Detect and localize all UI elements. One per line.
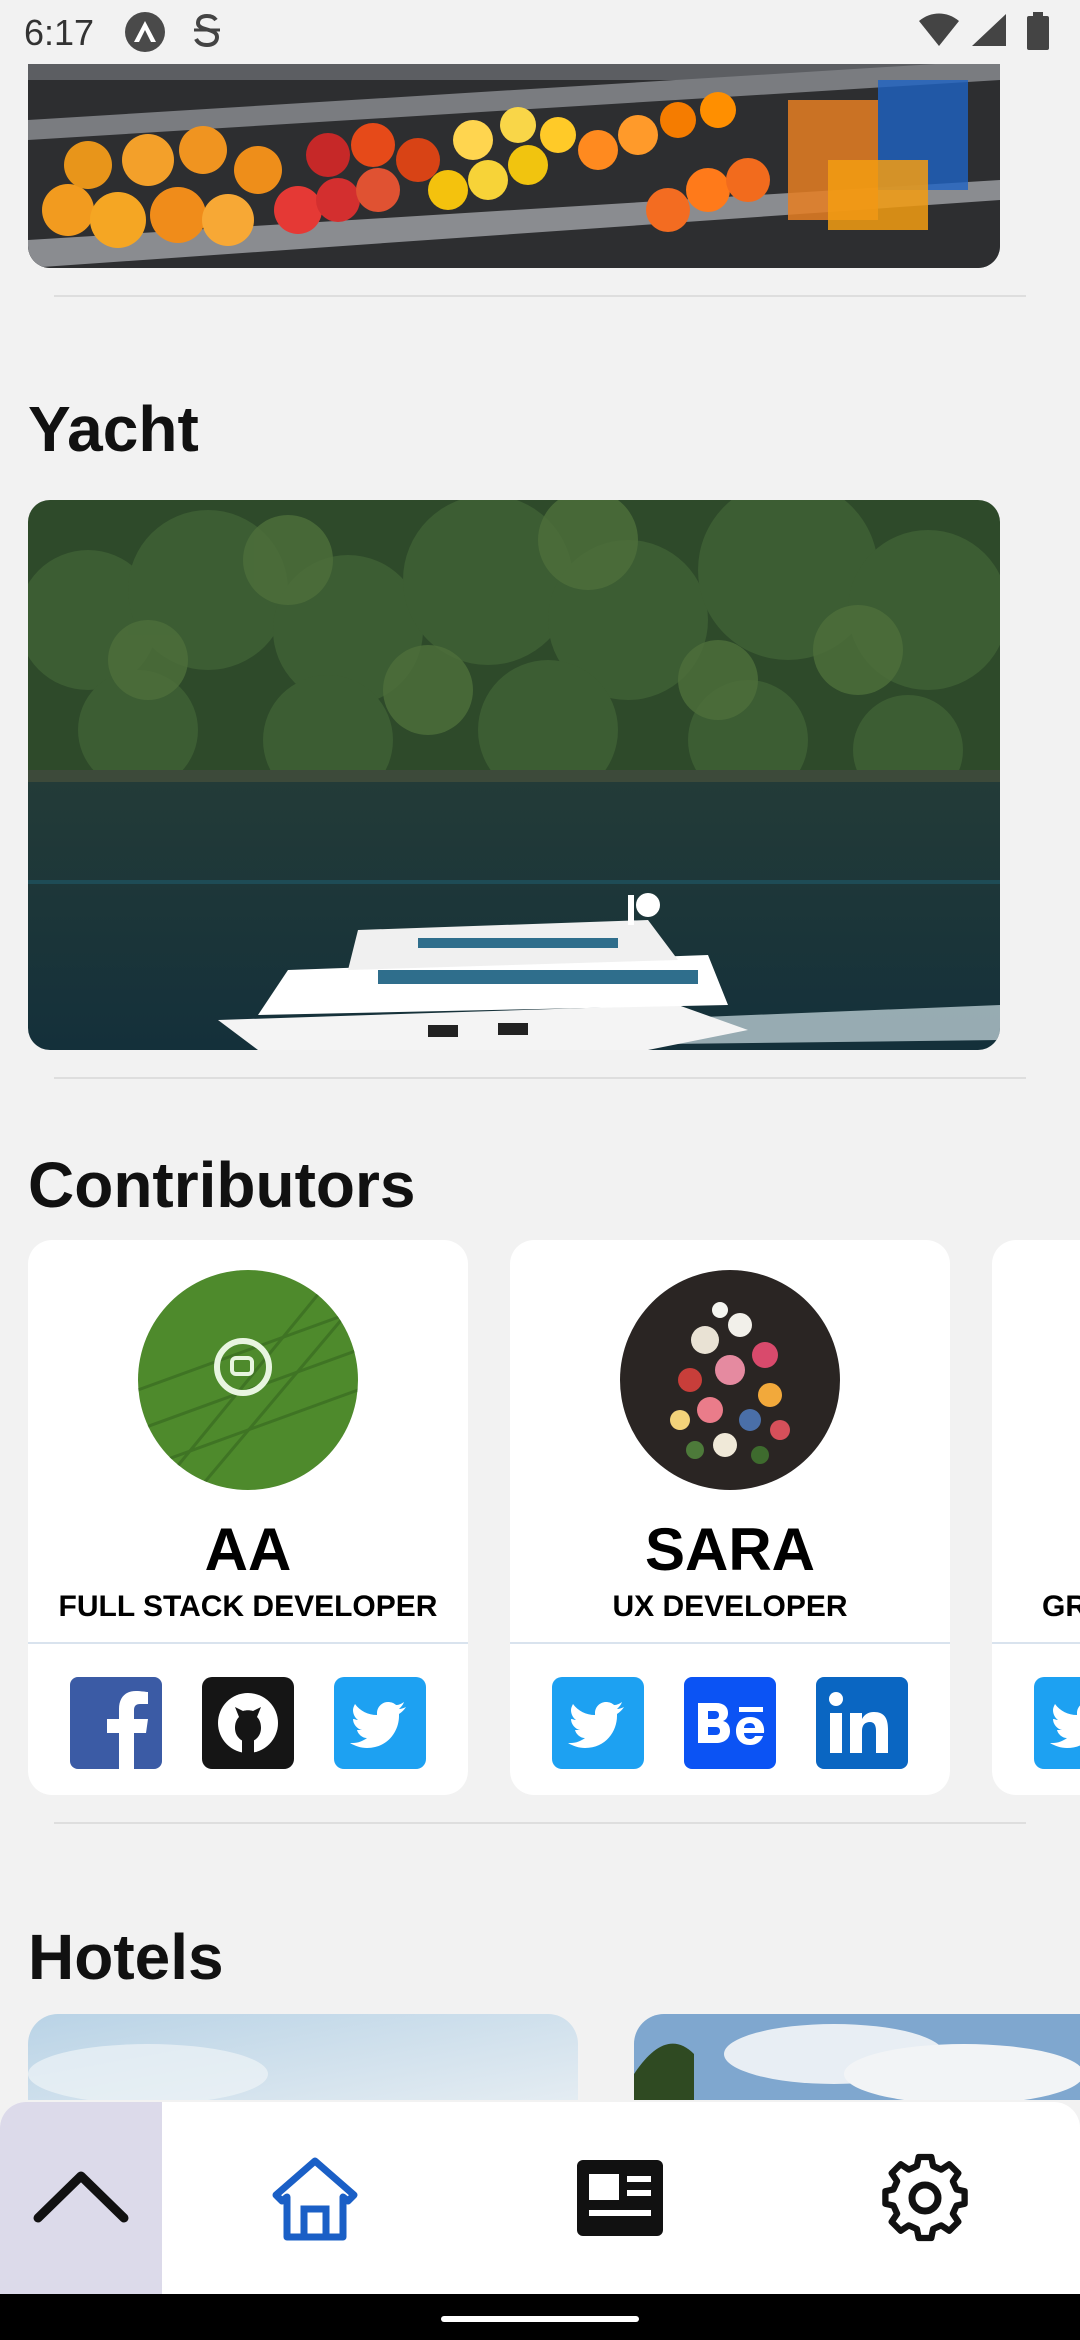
divider	[510, 1642, 950, 1644]
section-divider	[54, 1077, 1026, 1079]
status-bar: 6:17	[0, 0, 1080, 64]
wifi-icon	[918, 12, 960, 53]
settings-icon	[882, 2153, 968, 2242]
divider	[28, 1642, 468, 1644]
nav-settings-button[interactable]	[825, 2102, 1025, 2294]
news-icon	[577, 2160, 663, 2236]
section-title-contributors: Contributors	[28, 1149, 416, 1221]
section-divider	[54, 295, 1026, 297]
app-badge-icon	[125, 12, 165, 52]
main-content[interactable]: Yacht Contributors AA FULL STACK DEVELOP…	[0, 0, 1080, 2100]
signal-icon	[970, 12, 1008, 53]
contributor-role: GR	[1042, 1590, 1080, 1623]
battery-icon	[1026, 12, 1050, 57]
twitter-icon[interactable]	[334, 1677, 426, 1769]
contributor-card[interactable]: AA FULL STACK DEVELOPER	[28, 1240, 468, 1795]
hotel-card-image[interactable]	[634, 2014, 1080, 2100]
contributor-card[interactable]: SARA UX DEVELOPER	[510, 1240, 950, 1795]
home-icon	[272, 2157, 358, 2241]
scroll-up-button[interactable]	[0, 2102, 162, 2294]
section-title-yacht: Yacht	[28, 393, 199, 465]
s-badge-icon	[190, 10, 224, 59]
gesture-handle[interactable]	[441, 2316, 639, 2322]
fruit-market-image[interactable]	[28, 40, 1000, 268]
contributor-card[interactable]: GR	[992, 1240, 1080, 1795]
contributor-role: FULL STACK DEVELOPER	[58, 1590, 438, 1623]
nav-home-button[interactable]	[215, 2102, 415, 2294]
scroll-up-icon	[33, 2171, 129, 2223]
yacht-image[interactable]	[28, 500, 1000, 1050]
avatar	[620, 1270, 840, 1490]
linkedin-icon[interactable]	[816, 1677, 908, 1769]
divider	[992, 1642, 1080, 1644]
facebook-icon[interactable]	[70, 1677, 162, 1769]
avatar	[138, 1270, 358, 1490]
hotel-card-image[interactable]	[28, 2014, 578, 2100]
contributor-name: AA	[204, 1516, 292, 1583]
system-gesture-bar	[0, 2294, 1080, 2340]
contributor-role: UX DEVELOPER	[612, 1590, 848, 1623]
github-icon[interactable]	[202, 1677, 294, 1769]
status-time: 6:17	[24, 12, 95, 53]
twitter-icon[interactable]	[552, 1677, 644, 1769]
section-divider	[54, 1822, 1026, 1824]
contributor-name: SARA	[644, 1516, 815, 1583]
nav-news-button[interactable]	[520, 2102, 720, 2294]
twitter-icon[interactable]	[1034, 1677, 1080, 1769]
bottom-navigation	[0, 2102, 1080, 2294]
behance-icon[interactable]	[684, 1677, 776, 1769]
section-title-hotels: Hotels	[28, 1921, 224, 1993]
